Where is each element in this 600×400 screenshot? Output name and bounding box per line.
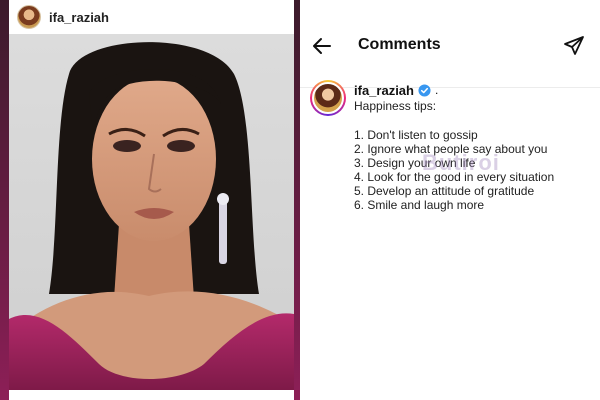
back-button[interactable] — [310, 34, 334, 58]
post-avatar[interactable] — [17, 5, 41, 29]
portrait-image — [9, 42, 294, 390]
comments-topbar: Comments — [300, 0, 600, 88]
avatar-image — [312, 82, 344, 114]
arrow-left-icon — [313, 38, 331, 54]
post-card: ifa_raziah — [9, 0, 294, 400]
username-dot: . — [434, 83, 439, 97]
verified-badge-icon — [418, 83, 431, 97]
page-title: Comments — [358, 36, 441, 53]
comment-intro: Happiness tips: — [354, 99, 437, 113]
post-username[interactable]: ifa_raziah — [49, 10, 109, 25]
comment-body: ifa_raziah . Happiness tips: 1. Don't li… — [354, 82, 594, 213]
post-panel: ifa_raziah — [0, 0, 300, 400]
post-header: ifa_raziah — [9, 0, 294, 34]
paper-plane-icon — [564, 36, 584, 55]
tip-item: 6. Smile and laugh more — [354, 198, 485, 212]
post-photo[interactable] — [9, 34, 294, 390]
comment-name-row: ifa_raziah . — [354, 82, 594, 98]
tip-item: 5. Develop an attitude of gratitude — [354, 184, 535, 198]
comment-username[interactable]: ifa_raziah — [354, 83, 414, 98]
watermark: Butiroi — [422, 150, 500, 175]
comments-panel: Comments ifa_raziah . Happiness tips: 1.… — [300, 0, 600, 400]
comment-avatar[interactable] — [310, 80, 346, 116]
share-button[interactable] — [562, 34, 586, 58]
post-footer — [9, 390, 294, 400]
tip-item: 1. Don't listen to gossip — [354, 128, 478, 142]
